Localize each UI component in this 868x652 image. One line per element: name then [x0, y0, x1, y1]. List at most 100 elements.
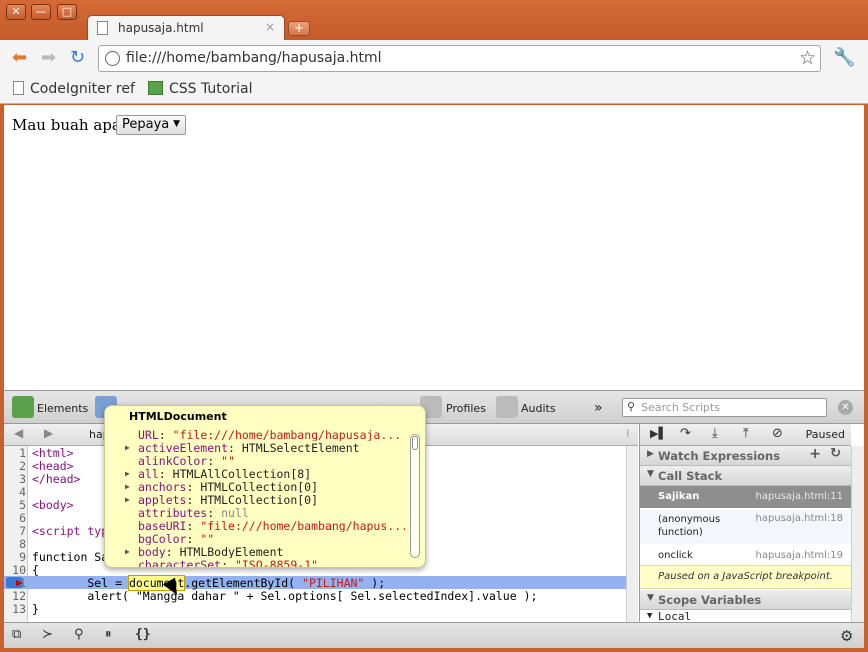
wrench-menu-icon[interactable]: 🔧 [833, 47, 855, 68]
popover-scrollbar[interactable] [410, 434, 420, 558]
elements-icon[interactable] [12, 396, 34, 418]
back-button[interactable]: ⬅ [12, 48, 27, 68]
line-number[interactable]: 2 [4, 459, 26, 473]
tab-close-icon[interactable]: × [265, 20, 275, 34]
fruit-select[interactable]: Pepaya ▼ [116, 115, 186, 135]
property-row[interactable]: ▶ applets: HTMLCollection[0] [125, 493, 405, 506]
tab-audits[interactable]: Audits [521, 402, 556, 415]
line-number[interactable]: 1 [4, 446, 26, 460]
expand-icon[interactable]: ▶ [125, 495, 130, 504]
property-name: alinkColor [138, 454, 208, 467]
expand-icon: ▶ [647, 449, 654, 459]
resume-icon[interactable]: ▶▌ [650, 427, 667, 440]
tab-elements[interactable]: Elements [37, 402, 88, 415]
call-stack-header[interactable]: ▼ Call Stack [640, 466, 851, 486]
property-row[interactable]: ▶ activeElement: HTMLSelectElement [125, 441, 405, 454]
property-entry: body: HTMLBodyElement [138, 545, 283, 558]
expand-icon[interactable]: ▶ [125, 443, 130, 452]
step-out-icon[interactable]: ⤒ [743, 426, 749, 441]
property-row[interactable]: characterSet: "ISO-8859-1" [125, 558, 405, 568]
scroll-thumb[interactable] [412, 436, 418, 450]
property-row[interactable]: baseURI: "file:///home/bambang/hapus... [125, 519, 405, 532]
code-text: alert( "Mangga dahar " + Sel.options[ Se… [32, 589, 538, 603]
new-tab-button[interactable]: + [288, 21, 310, 36]
close-window-button[interactable]: ✕ [6, 4, 26, 20]
property-row[interactable]: ▶ anchors: HTMLCollection[0] [125, 480, 405, 493]
line-number[interactable]: 12 [4, 589, 26, 603]
source-scrollbar[interactable] [626, 446, 638, 622]
console-icon[interactable]: ≻ [42, 627, 53, 642]
more-tabs-button[interactable]: » [594, 400, 603, 416]
panel-divider-handle[interactable]: ⁞ [626, 427, 630, 440]
line-number[interactable]: 13 [4, 602, 26, 616]
property-name: body [138, 545, 166, 558]
forward-button[interactable]: ➡ [41, 48, 56, 68]
line-number[interactable]: 9 [4, 550, 26, 564]
address-bar[interactable]: file:///home/bambang/hapusaja.html ☆ [98, 45, 821, 72]
code-line[interactable]: 13} [4, 602, 626, 616]
add-watch-icon[interactable]: + [809, 446, 821, 462]
gear-icon[interactable]: ⚙ [840, 627, 853, 645]
clear-search-icon[interactable]: ✕ [838, 400, 853, 415]
browser-tab[interactable]: hapusaja.html × [87, 15, 285, 41]
call-frame-onclick[interactable]: onclick hapusaja.html:19 [640, 546, 851, 566]
bookmark-star-icon[interactable]: ☆ [799, 47, 816, 69]
property-value: HTMLAllCollection[8] [172, 467, 312, 480]
property-entry: baseURI: "file:///home/bambang/hapus... [138, 519, 405, 532]
search-scripts-input[interactable]: ⚲ Search Scripts [622, 398, 827, 417]
maximize-window-button[interactable]: □ [57, 4, 77, 20]
collapse-icon: ▼ [647, 593, 654, 603]
inspect-search-icon[interactable]: ⚲ [74, 627, 84, 642]
property-value: HTMLSelectElement [241, 441, 360, 454]
bookmark-css-tutorial[interactable]: CSS Tutorial [148, 81, 252, 97]
minimize-window-button[interactable]: — [31, 4, 51, 20]
line-number[interactable]: 8 [4, 537, 26, 551]
deactivate-breakpoints-icon[interactable]: ⊘ [772, 426, 783, 441]
line-number[interactable]: 5 [4, 498, 26, 512]
watch-expressions-header[interactable]: ▶ Watch Expressions + ↻ [640, 446, 851, 466]
sidebar-scrollbar[interactable] [851, 446, 864, 622]
pretty-print-icon[interactable]: {} [135, 627, 151, 642]
line-number[interactable]: 6 [4, 511, 26, 525]
line-number[interactable]: 3 [4, 472, 26, 486]
code-text: <body> [32, 498, 74, 512]
history-back-icon[interactable]: ◀ [14, 426, 23, 440]
devtools-status-bar: ⧉ ≻ ⚲ ⏸ {} ⚙ [4, 622, 864, 648]
line-number[interactable]: 4 [4, 485, 26, 499]
history-forward-icon[interactable]: ▶ [44, 426, 53, 440]
property-separator: : [186, 519, 201, 532]
line-number[interactable]: 7 [4, 524, 26, 538]
code-line[interactable]: 12 alert( "Mangga dahar " + Sel.options[… [4, 589, 626, 603]
property-name: characterSet [138, 558, 222, 568]
property-row[interactable]: ▶ body: HTMLBodyElement [125, 545, 405, 558]
property-separator: : [228, 441, 242, 454]
property-row[interactable]: ▶ all: HTMLAllCollection[8] [125, 467, 405, 480]
step-over-icon[interactable]: ↷ [680, 426, 691, 441]
code-text: <script typ [32, 524, 109, 538]
dock-icon[interactable]: ⧉ [12, 627, 21, 642]
property-row[interactable]: URL: "file:///home/bambang/hapusaja... [125, 428, 405, 441]
refresh-watch-icon[interactable]: ↻ [830, 446, 841, 461]
expand-icon[interactable]: ▶ [125, 482, 130, 491]
property-name: applets [138, 493, 187, 506]
call-frame-sajikan[interactable]: Sajikan hapusaja.html:11 [640, 486, 851, 508]
property-row[interactable]: bgColor: "" [125, 532, 405, 545]
expand-icon[interactable]: ▶ [125, 469, 130, 478]
step-into-icon[interactable]: ⤓ [712, 426, 718, 441]
expand-icon[interactable]: ▶ [125, 547, 130, 556]
property-separator: : [158, 428, 173, 441]
property-row[interactable]: alinkColor: "" [125, 454, 405, 467]
reload-button[interactable]: ↻ [70, 48, 85, 68]
property-entry: attributes: null [138, 506, 249, 519]
property-entry: characterSet: "ISO-8859-1" [138, 558, 318, 568]
audits-icon[interactable] [496, 396, 518, 418]
code-line[interactable]: 11 Sel = document.getElementById( "PILIH… [4, 575, 626, 591]
bookmark-codeigniter[interactable]: CodeIgniter ref [13, 81, 135, 97]
browser-window: ✕ — □ hapusaja.html × + ⬅ ➡ ↻ file:///ho… [0, 0, 868, 652]
line-number[interactable]: 10 [4, 563, 26, 577]
property-row[interactable]: attributes: null [125, 506, 405, 519]
pause-exceptions-icon[interactable]: ⏸ [105, 627, 112, 642]
tab-profiles[interactable]: Profiles [446, 402, 486, 415]
scope-variables-header[interactable]: ▼ Scope Variables [640, 590, 851, 610]
call-frame-anonymous[interactable]: (anonymous function) hapusaja.html:18 [640, 510, 851, 544]
